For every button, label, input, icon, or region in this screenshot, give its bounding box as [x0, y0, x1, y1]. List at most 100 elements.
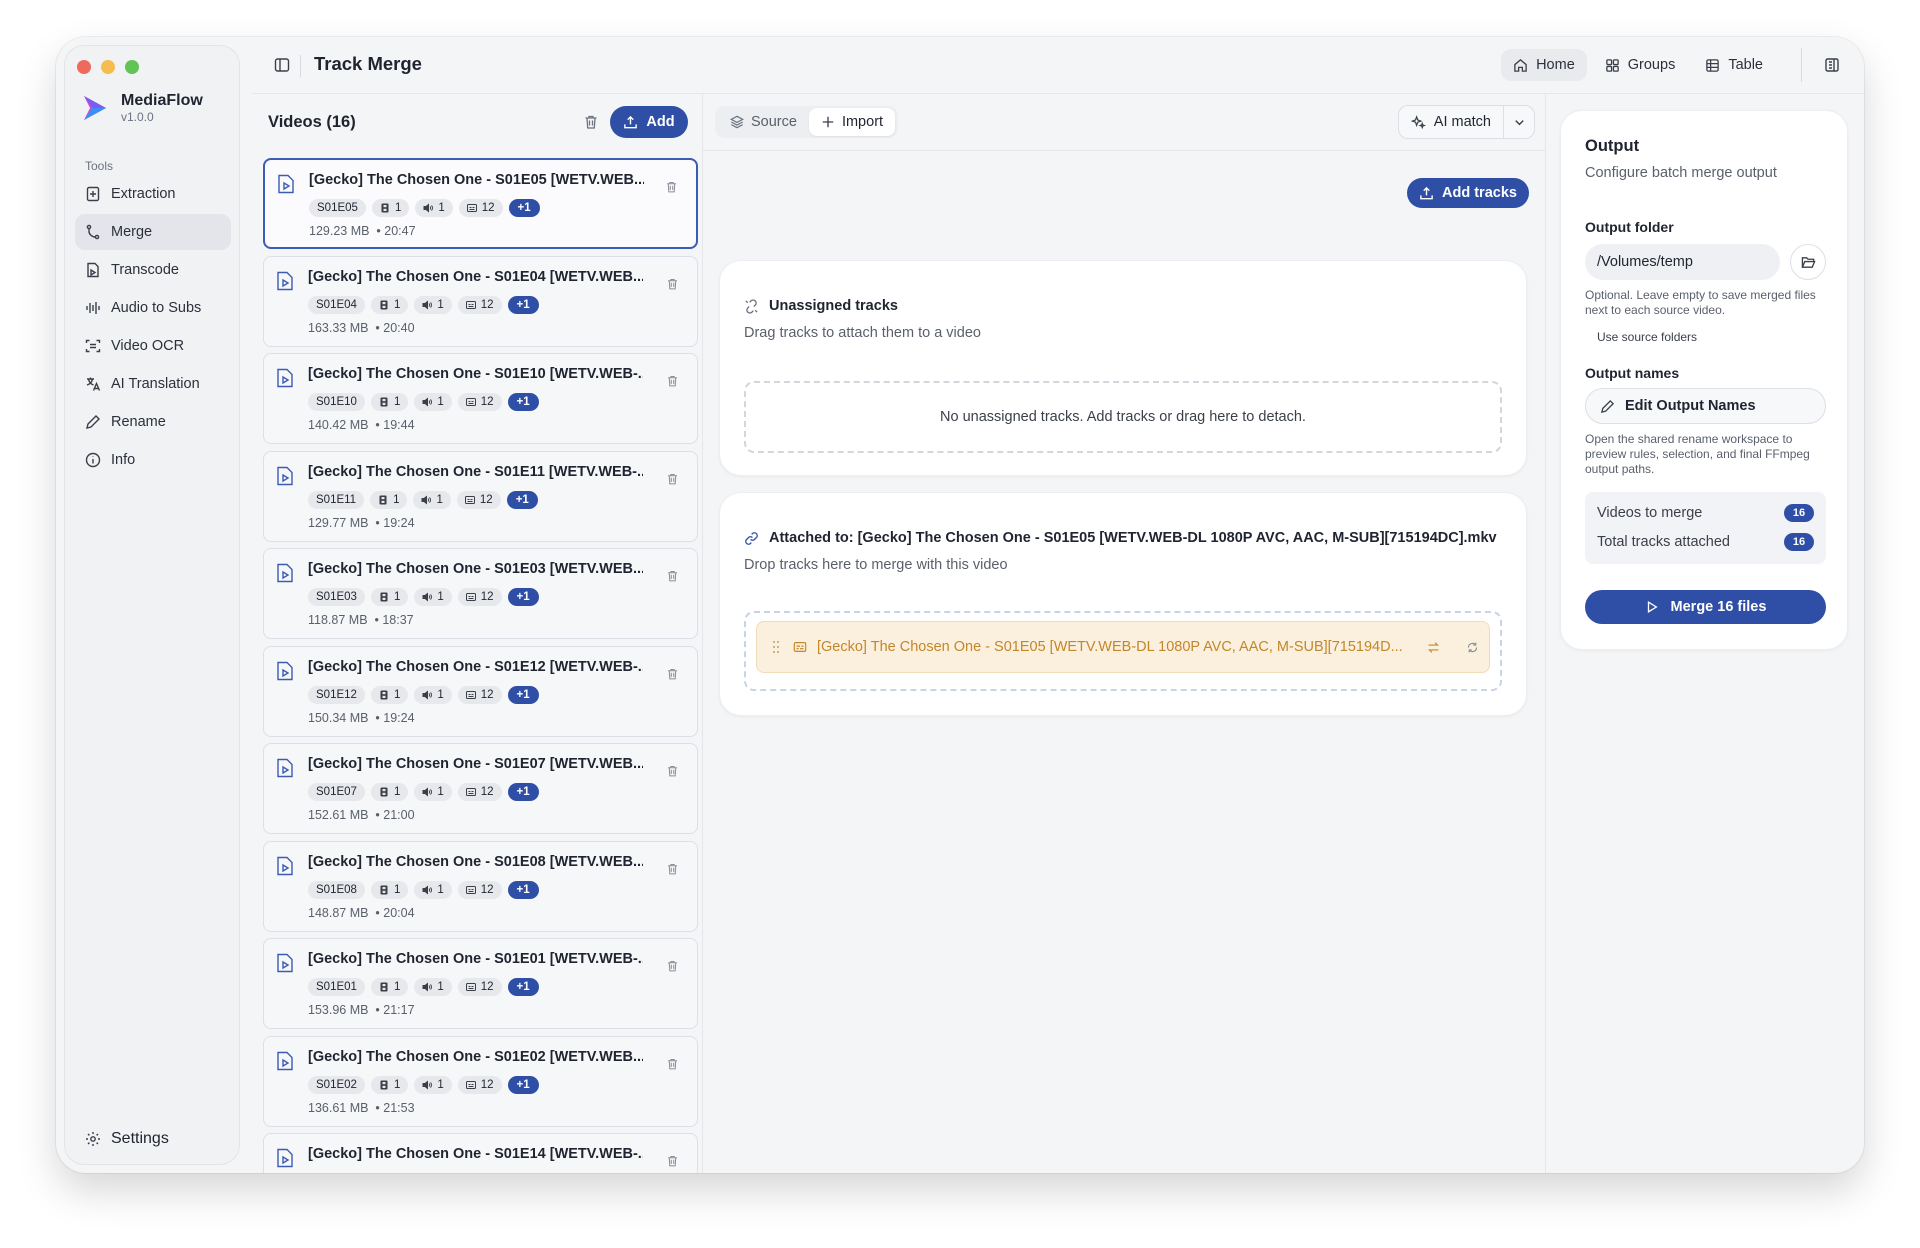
- video-card[interactable]: [Gecko] The Chosen One - S01E01 [WETV.WE…: [263, 938, 698, 1029]
- use-source-folders-button[interactable]: Use source folders: [1597, 330, 1697, 344]
- trash-icon[interactable]: [666, 959, 679, 973]
- video-count: 1: [393, 981, 401, 993]
- trash-icon[interactable]: [666, 374, 679, 388]
- video-track-icon: [380, 397, 388, 407]
- nav-home-button[interactable]: Home: [1501, 49, 1587, 81]
- nav-home-label: Home: [1536, 57, 1575, 73]
- swap-icon[interactable]: [1427, 641, 1440, 654]
- attached-count-badge: +1: [507, 393, 539, 411]
- add-tracks-button[interactable]: Add tracks: [1407, 178, 1529, 208]
- attached-dropzone[interactable]: [Gecko] The Chosen One - S01E05 [WETV.WE…: [744, 611, 1502, 691]
- trash-icon[interactable]: [666, 472, 679, 486]
- stat-badge: 16: [1784, 533, 1814, 551]
- audio-count-chip: 1: [414, 880, 452, 899]
- video-name: [Gecko] The Chosen One - S01E08 [WETV.WE…: [308, 853, 643, 870]
- video-card[interactable]: [Gecko] The Chosen One - S01E07 [WETV.WE…: [263, 743, 698, 834]
- videos-header: Videos (16) Add: [252, 94, 702, 150]
- refresh-icon[interactable]: [1466, 641, 1479, 654]
- edit-output-names-label: Edit Output Names: [1625, 398, 1756, 414]
- video-card[interactable]: [Gecko] The Chosen One - S01E04 [WETV.WE…: [263, 255, 698, 347]
- video-file-icon: [278, 174, 294, 194]
- video-file-icon: [277, 661, 293, 680]
- episode-chip: S01E08: [308, 880, 365, 899]
- settings-button[interactable]: Settings: [85, 1130, 169, 1148]
- unassigned-dropzone[interactable]: No unassigned tracks. Add tracks or drag…: [744, 381, 1502, 453]
- sidebar-item-info[interactable]: Info: [75, 442, 231, 478]
- audio-track-icon: [422, 982, 433, 992]
- sidebar-item-ai-translation[interactable]: AI Translation: [75, 366, 231, 402]
- episode-chip: S01E11: [308, 490, 365, 509]
- track-chips: S01E05 1 1 12 +1: [309, 199, 540, 217]
- sidebar-item-audio-to-subs[interactable]: Audio to Subs: [75, 290, 231, 326]
- trash-icon[interactable]: [666, 1154, 679, 1168]
- attached-count-badge: +1: [508, 199, 540, 217]
- output-folder-input[interactable]: /Volumes/temp: [1585, 244, 1780, 280]
- videos-panel: Videos (16) Add [Gecko] The Chosen One -…: [252, 94, 703, 1173]
- file-size: 150.34 MB: [308, 710, 369, 725]
- nav-groups-button[interactable]: Groups: [1593, 49, 1688, 81]
- drag-handle-icon[interactable]: [771, 640, 781, 654]
- zoom-window-button[interactable]: [125, 60, 139, 74]
- stat-total-tracks: Total tracks attached 16: [1597, 533, 1814, 551]
- sidebar-item-label: AI Translation: [111, 376, 200, 392]
- video-file-icon: [277, 953, 293, 973]
- add-videos-button[interactable]: Add: [610, 106, 688, 138]
- trash-icon[interactable]: [666, 862, 679, 876]
- trash-icon[interactable]: [666, 569, 679, 583]
- tab-source[interactable]: Source: [718, 108, 809, 136]
- trash-icon[interactable]: [666, 764, 679, 778]
- video-name: [Gecko] The Chosen One - S01E12 [WETV.WE…: [308, 658, 643, 675]
- video-meta: 129.23 MB • 20:47: [309, 224, 416, 238]
- audio-count: 1: [437, 981, 444, 993]
- ai-match-button[interactable]: AI match: [1399, 106, 1504, 138]
- app-name: MediaFlow: [121, 92, 203, 109]
- sidebar-item-extraction[interactable]: Extraction: [75, 176, 231, 212]
- video-count-chip: 1: [370, 978, 409, 996]
- ai-match-control: AI match: [1397, 105, 1535, 139]
- video-card[interactable]: [Gecko] The Chosen One - S01E02 [WETV.WE…: [263, 1035, 698, 1127]
- video-track-icon: [380, 690, 388, 699]
- trash-icon[interactable]: [666, 1057, 679, 1071]
- tab-import[interactable]: Import: [808, 108, 896, 136]
- video-card[interactable]: [Gecko] The Chosen One - S01E12 [WETV.WE…: [263, 645, 698, 737]
- nav-table-button[interactable]: Table: [1693, 49, 1775, 81]
- trash-icon[interactable]: [583, 114, 599, 130]
- video-card[interactable]: [Gecko] The Chosen One - S01E03 [WETV.WE…: [263, 548, 698, 639]
- video-count-chip: 1: [370, 783, 409, 801]
- sidebar-item-video-ocr[interactable]: Video OCR: [75, 328, 231, 364]
- browse-folder-button[interactable]: [1790, 244, 1826, 280]
- sidebar-item-merge[interactable]: Merge: [75, 214, 231, 250]
- ai-match-dropdown[interactable]: [1504, 106, 1534, 138]
- upload-icon: [1420, 186, 1433, 199]
- attached-track-item[interactable]: [Gecko] The Chosen One - S01E05 [WETV.WE…: [756, 621, 1490, 673]
- trash-icon[interactable]: [665, 180, 678, 194]
- sidebar-item-rename[interactable]: Rename: [75, 404, 231, 440]
- audio-track-icon: [422, 397, 433, 407]
- video-card[interactable]: [Gecko] The Chosen One - S01E11 [WETV.WE…: [263, 450, 698, 542]
- sparkles-icon: [1410, 114, 1426, 129]
- edit-output-names-button[interactable]: Edit Output Names: [1585, 388, 1826, 424]
- brand: MediaFlow v1.0.0: [81, 92, 203, 124]
- trash-icon[interactable]: [666, 277, 679, 291]
- stat-badge: 16: [1784, 504, 1814, 522]
- nav-groups-label: Groups: [1627, 57, 1676, 73]
- sidebar-item-transcode[interactable]: Transcode: [75, 252, 231, 288]
- video-card[interactable]: [Gecko] The Chosen One - S01E14 [WETV.WE…: [263, 1133, 698, 1173]
- audio-count-chip: 1: [414, 393, 452, 411]
- video-name: [Gecko] The Chosen One - S01E11 [WETV.WE…: [308, 463, 643, 480]
- link-icon: [745, 531, 758, 545]
- minimize-window-button[interactable]: [101, 60, 115, 74]
- merge-files-button[interactable]: Merge 16 files: [1585, 590, 1826, 624]
- video-file-icon: [277, 1051, 293, 1070]
- close-window-button[interactable]: [77, 60, 91, 74]
- trash-icon[interactable]: [666, 667, 679, 681]
- sidebar-toggle-icon[interactable]: [274, 57, 290, 73]
- video-card[interactable]: [Gecko] The Chosen One - S01E05 [WETV.WE…: [263, 158, 698, 249]
- subtitle-count-chip: 12: [457, 880, 502, 899]
- video-card[interactable]: [Gecko] The Chosen One - S01E10 [WETV.WE…: [263, 353, 698, 444]
- video-card[interactable]: [Gecko] The Chosen One - S01E08 [WETV.WE…: [263, 840, 698, 932]
- video-count-chip: 1: [370, 295, 409, 314]
- subtitle-count: 12: [480, 688, 494, 701]
- audio-track-icon: [422, 884, 433, 895]
- panel-right-icon[interactable]: [1824, 57, 1840, 73]
